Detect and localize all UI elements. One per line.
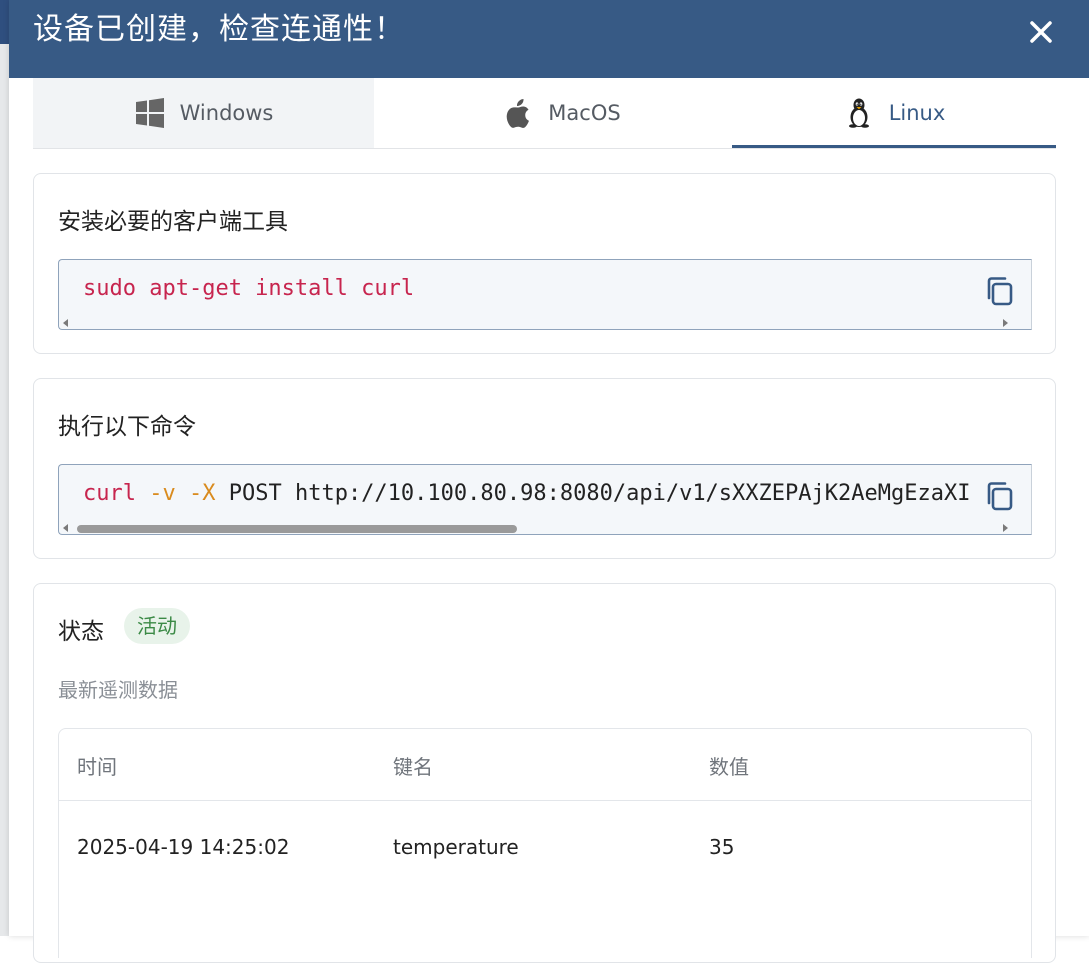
copy-icon [987, 277, 1013, 306]
run-code-scrollbar[interactable] [59, 521, 1031, 534]
backdrop-left-edge [0, 44, 9, 936]
dialog-title: 设备已创建，检查连通性！ [33, 12, 405, 47]
scroll-left-arrow[interactable] [63, 524, 68, 532]
install-command: sudo apt-get install curl [83, 276, 415, 301]
telemetry-table: 时间 键名 数值 2025-04-19 14:25:02 temperature… [58, 728, 1032, 958]
run-card-title: 执行以下命令 [58, 414, 196, 440]
tab-label: Windows [179, 101, 274, 125]
column-header-key[interactable]: 键名 [393, 751, 433, 780]
run-command-box[interactable]: curl -v -X POST http://10.100.80.98:8080… [58, 464, 1032, 535]
telemetry-title: 最新遥测数据 [58, 678, 178, 702]
scroll-right-arrow[interactable] [1003, 524, 1008, 532]
column-header-value[interactable]: 数值 [709, 751, 749, 780]
os-tabs: Windows MacOS Linux [33, 78, 1056, 149]
command-flag-x: -X [188, 481, 216, 506]
cell-time: 2025-04-19 14:25:02 [77, 835, 290, 859]
scrollbar-thumb[interactable] [77, 525, 517, 533]
status-label: 状态 [58, 619, 104, 645]
install-code-scrollbar[interactable] [59, 316, 1031, 329]
install-command-text[interactable]: sudo apt-get install curl [83, 276, 973, 301]
linux-tux-icon [848, 98, 869, 128]
apple-icon [507, 99, 530, 128]
copy-run-command-button[interactable] [983, 479, 1017, 513]
cell-key: temperature [393, 835, 519, 859]
close-icon [1030, 21, 1052, 43]
dialog-header: 设备已创建，检查连通性！ [9, 0, 1089, 78]
install-command-box[interactable]: sudo apt-get install curl [58, 259, 1032, 330]
status-card: 状态 活动 最新遥测数据 时间 键名 数值 2025-04-19 14:25:0… [33, 583, 1056, 963]
tab-linux[interactable]: Linux [732, 78, 1056, 148]
tab-macos[interactable]: MacOS [391, 78, 732, 148]
copy-install-command-button[interactable] [983, 274, 1017, 308]
scroll-left-arrow[interactable] [63, 319, 68, 327]
run-command-text[interactable]: curl -v -X POST http://10.100.80.98:8080… [83, 481, 973, 506]
device-created-dialog: 设备已创建，检查连通性！ Windows MacOS Linux 安装必要的客户… [9, 0, 1089, 963]
install-tools-card: 安装必要的客户端工具 sudo apt-get install curl [33, 173, 1056, 354]
windows-icon [135, 98, 164, 128]
active-tab-indicator [732, 145, 1056, 148]
command-flag-v: -v [149, 481, 176, 506]
tab-windows[interactable]: Windows [33, 78, 374, 148]
install-card-title: 安装必要的客户端工具 [58, 209, 288, 235]
status-badge: 活动 [124, 608, 190, 644]
run-command-card: 执行以下命令 curl -v -X POST http://10.100.80.… [33, 378, 1056, 559]
cell-value: 35 [709, 835, 735, 859]
command-args: POST http://10.100.80.98:8080/api/v1/sXX… [228, 481, 971, 506]
table-header-row: 时间 键名 数值 [59, 729, 1031, 801]
scroll-right-arrow[interactable] [1003, 319, 1008, 327]
column-header-time[interactable]: 时间 [77, 751, 117, 780]
tab-label: Linux [888, 101, 946, 125]
close-button[interactable] [1021, 12, 1061, 52]
tab-label: MacOS [548, 101, 621, 125]
copy-icon [987, 482, 1013, 511]
command-name: curl [83, 481, 136, 506]
